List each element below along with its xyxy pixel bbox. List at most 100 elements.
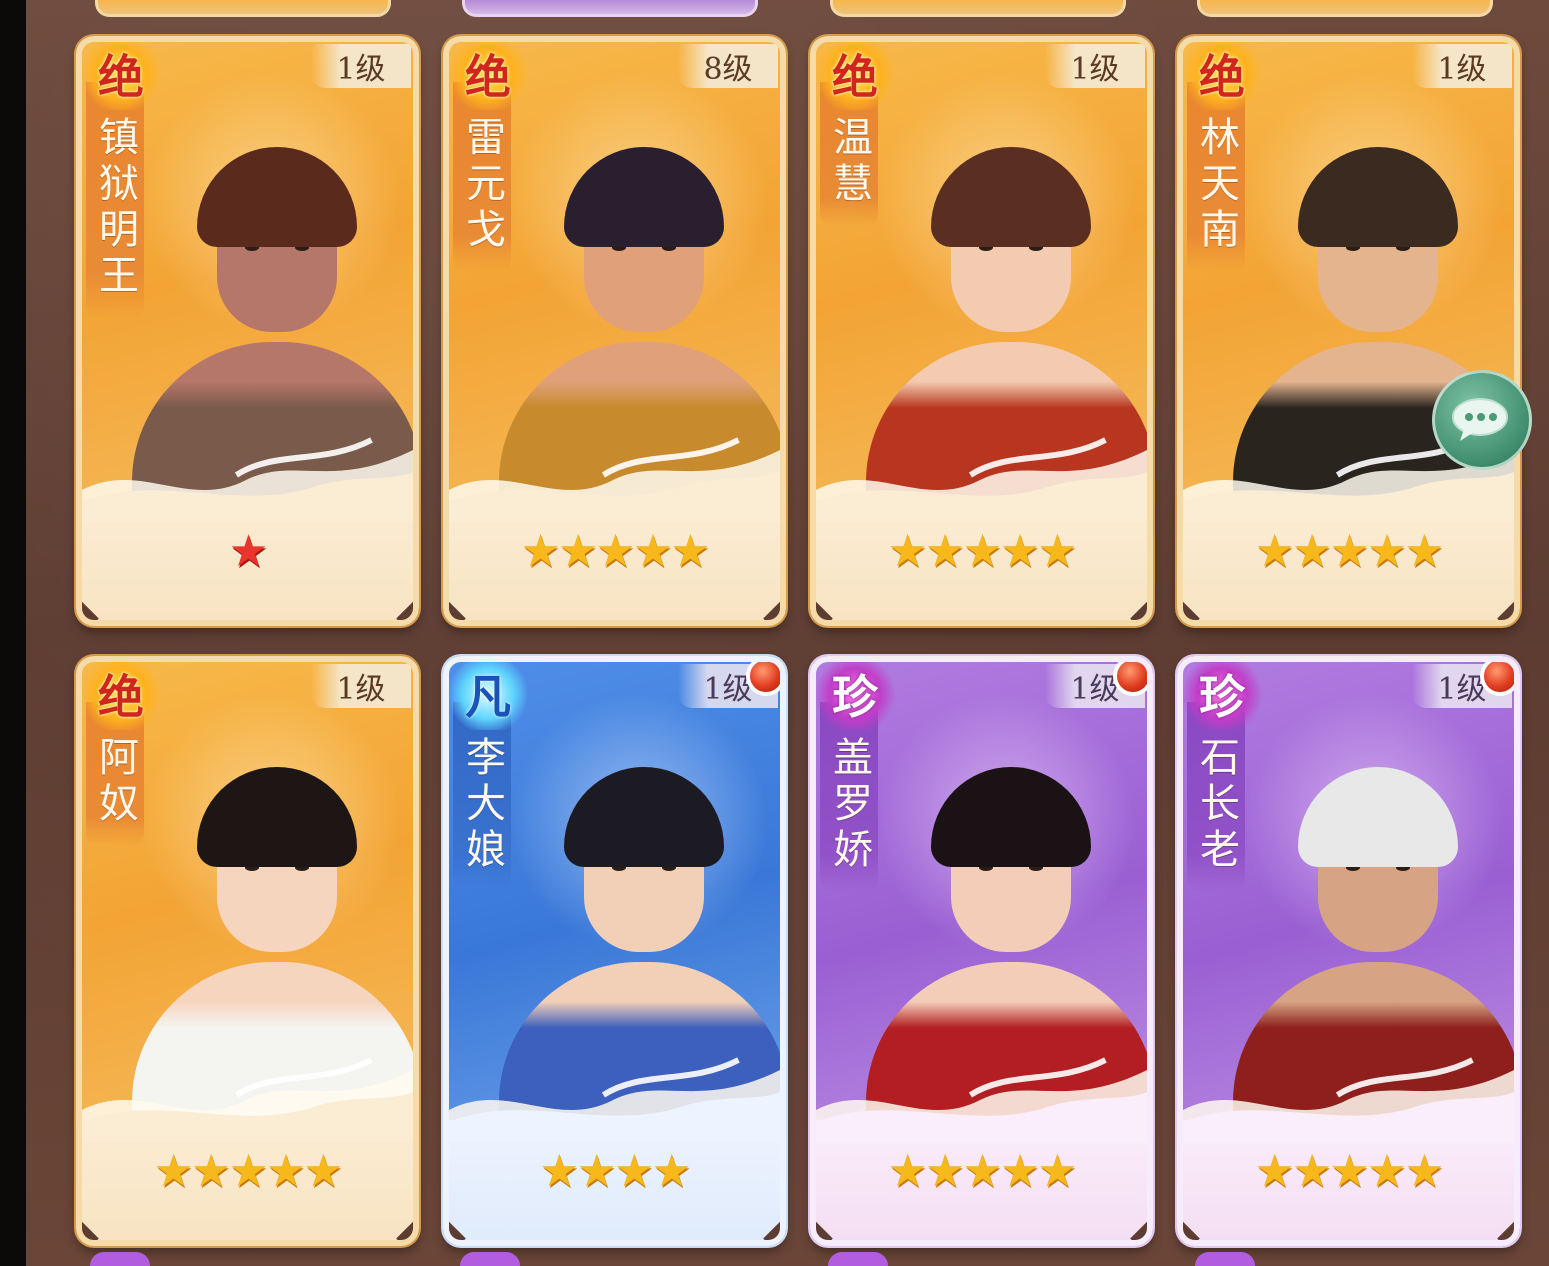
star-icon: ★ xyxy=(558,526,597,577)
star-icon: ★ xyxy=(1254,526,1294,577)
star-icon: ★ xyxy=(1000,1146,1039,1197)
star-icon: ★ xyxy=(1367,526,1406,577)
footer-wave xyxy=(1183,1092,1514,1142)
rarity-badge: 绝 xyxy=(82,42,164,110)
hero-name: 李大娘 xyxy=(459,736,505,874)
star-icon: ★ xyxy=(1292,526,1331,577)
partial-card-top-4[interactable] xyxy=(1197,0,1493,17)
partial-card-top-1[interactable] xyxy=(95,0,391,17)
footer-wave xyxy=(449,472,780,522)
card-footer: ★★★★★ xyxy=(1183,472,1514,620)
chat-bubble-icon[interactable] xyxy=(1432,370,1532,470)
star-icon: ★ xyxy=(670,526,710,577)
partial-card-bottom-4[interactable] xyxy=(1195,1252,1255,1266)
hero-name: 阿奴 xyxy=(92,736,138,828)
star-rating: ★★★★★ xyxy=(82,1146,413,1197)
star-icon: ★ xyxy=(520,526,560,577)
star-rating: ★★★★★ xyxy=(816,526,1147,577)
partial-card-bottom-3[interactable] xyxy=(828,1252,888,1266)
hero-card[interactable]: ★ 镇狱明王 绝 1级 xyxy=(76,36,419,626)
star-icon: ★ xyxy=(1037,526,1077,577)
hero-name-banner: 镇狱明王 xyxy=(86,82,144,318)
star-icon: ★ xyxy=(1329,526,1369,577)
star-icon: ★ xyxy=(1037,1146,1077,1197)
hero-card[interactable]: ★★★★ 李大娘 凡 1级 xyxy=(443,656,786,1246)
hero-name-banner: 石长老 xyxy=(1187,702,1245,892)
hero-card[interactable]: ★★★★★ 林天南 绝 1级 xyxy=(1177,36,1520,626)
star-icon: ★ xyxy=(1254,1146,1294,1197)
star-icon: ★ xyxy=(962,526,1002,577)
rarity-badge: 珍 xyxy=(1183,662,1265,730)
star-icon: ★ xyxy=(595,526,635,577)
footer-wave xyxy=(449,1092,780,1142)
star-rating: ★★★★★ xyxy=(1183,526,1514,577)
star-icon: ★ xyxy=(614,1146,654,1197)
footer-wave xyxy=(82,472,413,522)
hero-card[interactable]: ★★★★★ 盖罗娇 珍 1级 xyxy=(810,656,1153,1246)
star-rating: ★★★★★ xyxy=(816,1146,1147,1197)
star-icon: ★ xyxy=(266,1146,305,1197)
notification-dot-icon xyxy=(1113,662,1147,696)
star-icon: ★ xyxy=(887,526,927,577)
left-edge xyxy=(0,0,26,1266)
rarity-badge: 珍 xyxy=(816,662,898,730)
card-footer: ★ xyxy=(82,472,413,620)
footer-wave xyxy=(82,1092,413,1142)
level-tag: 8级 xyxy=(678,44,778,88)
rarity-badge: 绝 xyxy=(82,662,164,730)
star-icon: ★ xyxy=(1404,1146,1444,1197)
partial-card-bottom-2[interactable] xyxy=(460,1252,520,1266)
rarity-badge: 凡 xyxy=(449,662,531,730)
hero-name-banner: 雷元戈 xyxy=(453,82,511,272)
hero-name: 盖罗娇 xyxy=(826,736,872,874)
star-icon: ★ xyxy=(925,1146,964,1197)
card-footer: ★★★★ xyxy=(449,1092,780,1240)
hero-name-banner: 李大娘 xyxy=(453,702,511,892)
star-icon: ★ xyxy=(228,526,268,577)
star-icon: ★ xyxy=(1329,1146,1369,1197)
star-icon: ★ xyxy=(539,1146,579,1197)
star-icon: ★ xyxy=(1292,1146,1331,1197)
partial-card-top-2[interactable] xyxy=(462,0,758,17)
star-icon: ★ xyxy=(1404,526,1444,577)
star-icon: ★ xyxy=(887,1146,927,1197)
star-icon: ★ xyxy=(1000,526,1039,577)
star-rating: ★★★★★ xyxy=(449,526,780,577)
star-icon: ★ xyxy=(577,1146,616,1197)
partial-card-bottom-1[interactable] xyxy=(90,1252,150,1266)
hero-card[interactable]: ★★★★★ 石长老 珍 1级 xyxy=(1177,656,1520,1246)
partial-card-top-3[interactable] xyxy=(830,0,1126,17)
hero-card[interactable]: ★★★★★ 阿奴 绝 1级 xyxy=(76,656,419,1246)
hero-card[interactable]: ★★★★★ 温慧 绝 1级 xyxy=(810,36,1153,626)
level-tag: 1级 xyxy=(1045,44,1145,88)
footer-wave xyxy=(816,472,1147,522)
hero-name: 温慧 xyxy=(826,116,872,208)
hero-name: 石长老 xyxy=(1193,736,1239,874)
hero-card[interactable]: ★★★★★ 雷元戈 绝 8级 xyxy=(443,36,786,626)
card-footer: ★★★★★ xyxy=(816,472,1147,620)
star-rating: ★★★★ xyxy=(449,1146,780,1197)
notification-dot-icon xyxy=(746,662,780,696)
card-footer: ★★★★★ xyxy=(1183,1092,1514,1240)
star-icon: ★ xyxy=(228,1146,268,1197)
hero-name: 雷元戈 xyxy=(459,116,505,254)
star-icon: ★ xyxy=(925,526,964,577)
star-icon: ★ xyxy=(651,1146,691,1197)
hero-name-banner: 盖罗娇 xyxy=(820,702,878,892)
star-icon: ★ xyxy=(1367,1146,1406,1197)
footer-wave xyxy=(1183,472,1514,522)
level-tag: 1级 xyxy=(311,664,411,708)
footer-wave xyxy=(816,1092,1147,1142)
card-footer: ★★★★★ xyxy=(449,472,780,620)
hero-name: 镇狱明王 xyxy=(92,116,138,300)
rarity-badge: 绝 xyxy=(449,42,531,110)
star-icon: ★ xyxy=(191,1146,230,1197)
star-rating: ★ xyxy=(82,526,413,577)
hero-name-banner: 林天南 xyxy=(1187,82,1245,272)
card-footer: ★★★★★ xyxy=(816,1092,1147,1240)
level-tag: 1级 xyxy=(1412,44,1512,88)
rarity-badge: 绝 xyxy=(816,42,898,110)
chat-glyph-icon xyxy=(1452,398,1508,441)
star-icon: ★ xyxy=(962,1146,1002,1197)
hero-name: 林天南 xyxy=(1193,116,1239,254)
